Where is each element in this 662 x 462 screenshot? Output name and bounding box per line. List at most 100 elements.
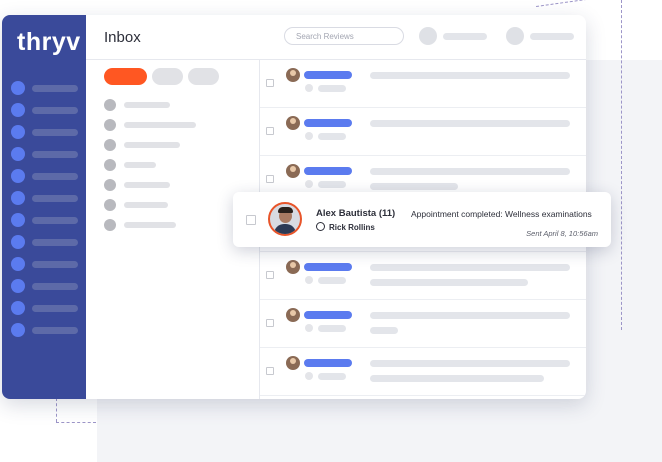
sidebar-item[interactable] — [11, 279, 79, 293]
nav-label — [32, 151, 78, 158]
sidebar-item[interactable] — [11, 301, 79, 315]
row-checkbox[interactable] — [266, 79, 274, 87]
filter-pill[interactable] — [188, 68, 219, 85]
user-icon[interactable] — [419, 27, 437, 45]
row-icon — [305, 180, 313, 188]
sidebar-item[interactable] — [11, 323, 79, 337]
row-name — [304, 119, 352, 127]
row-text — [370, 120, 570, 127]
list-item[interactable] — [260, 107, 586, 156]
page-title: Inbox — [104, 29, 141, 46]
filter-label — [124, 222, 176, 228]
nav-icon — [11, 257, 25, 271]
filter-label — [124, 102, 170, 108]
row-text — [370, 183, 458, 190]
sidebar-item[interactable] — [11, 169, 79, 183]
timestamp: Sent April 8, 10:56am — [526, 229, 598, 238]
row-text — [370, 264, 570, 271]
filter-radio — [104, 99, 116, 111]
row-checkbox[interactable] — [266, 175, 274, 183]
filter-option[interactable] — [104, 199, 244, 211]
nav-label — [32, 261, 78, 268]
sidebar: thryv — [2, 15, 86, 399]
row-meta — [318, 133, 346, 140]
row-name — [304, 71, 352, 79]
assignee: Rick Rollins — [316, 222, 375, 232]
filter-option[interactable] — [104, 139, 244, 151]
filter-label — [124, 202, 168, 208]
nav-icon — [11, 301, 25, 315]
row-icon — [305, 276, 313, 284]
nav-icon — [11, 323, 25, 337]
filter-option[interactable] — [104, 219, 244, 231]
filter-radio — [104, 159, 116, 171]
filter-label — [124, 122, 196, 128]
row-meta — [318, 181, 346, 188]
filter-option[interactable] — [104, 179, 244, 191]
user-icon[interactable] — [506, 27, 524, 45]
nav-label — [32, 305, 78, 312]
avatar — [268, 202, 302, 236]
filter-option[interactable] — [104, 159, 244, 171]
nav-icon — [11, 103, 25, 117]
row-checkbox[interactable] — [246, 215, 256, 225]
list-item[interactable] — [260, 251, 586, 300]
row-meta — [318, 373, 346, 380]
row-name — [304, 359, 352, 367]
sidebar-item[interactable] — [11, 147, 79, 161]
decorative-dashed-line — [56, 398, 57, 422]
thryv-logo: thryv — [17, 28, 81, 56]
filter-radio — [104, 199, 116, 211]
highlighted-review-card[interactable]: Alex Bautista (11) Rick Rollins Appointm… — [233, 192, 611, 247]
nav-label — [32, 107, 78, 114]
filter-pill[interactable] — [152, 68, 183, 85]
header-placeholder — [530, 33, 574, 40]
sidebar-item[interactable] — [11, 191, 79, 205]
row-text — [370, 312, 570, 319]
row-icon — [305, 372, 313, 380]
sidebar-item[interactable] — [11, 257, 79, 271]
nav-label — [32, 85, 78, 92]
sidebar-item[interactable] — [11, 103, 79, 117]
nav-label — [32, 217, 78, 224]
filter-radio — [104, 219, 116, 231]
avatar — [286, 308, 300, 322]
avatar — [286, 260, 300, 274]
filter-radio — [104, 179, 116, 191]
sidebar-item[interactable] — [11, 213, 79, 227]
filter-radio — [104, 119, 116, 131]
row-name — [304, 263, 352, 271]
row-checkbox[interactable] — [266, 367, 274, 375]
decorative-dashed-line — [621, 0, 622, 330]
search-input[interactable]: Search Reviews — [284, 27, 404, 45]
nav-icon — [11, 81, 25, 95]
row-text — [370, 279, 528, 286]
nav-icon — [11, 191, 25, 205]
sidebar-item[interactable] — [11, 235, 79, 249]
filter-pill-active[interactable] — [104, 68, 147, 85]
header: Inbox Search Reviews — [86, 15, 586, 60]
row-checkbox[interactable] — [266, 127, 274, 135]
nav-icon — [11, 213, 25, 227]
row-icon — [305, 324, 313, 332]
user-icon — [316, 222, 325, 231]
list-item[interactable] — [260, 299, 586, 348]
nav-icon — [11, 125, 25, 139]
row-name — [304, 167, 352, 175]
nav-icon — [11, 169, 25, 183]
header-placeholder — [443, 33, 487, 40]
row-checkbox[interactable] — [266, 319, 274, 327]
avatar — [286, 68, 300, 82]
filter-option[interactable] — [104, 119, 244, 131]
decorative-dashed-line — [56, 422, 96, 423]
row-checkbox[interactable] — [266, 271, 274, 279]
sidebar-item[interactable] — [11, 81, 79, 95]
row-text — [370, 375, 544, 382]
list-item[interactable] — [260, 347, 586, 396]
sidebar-item[interactable] — [11, 125, 79, 139]
nav-icon — [11, 235, 25, 249]
row-text — [370, 168, 570, 175]
filter-option[interactable] — [104, 99, 244, 111]
nav-icon — [11, 279, 25, 293]
list-item[interactable] — [260, 59, 586, 108]
